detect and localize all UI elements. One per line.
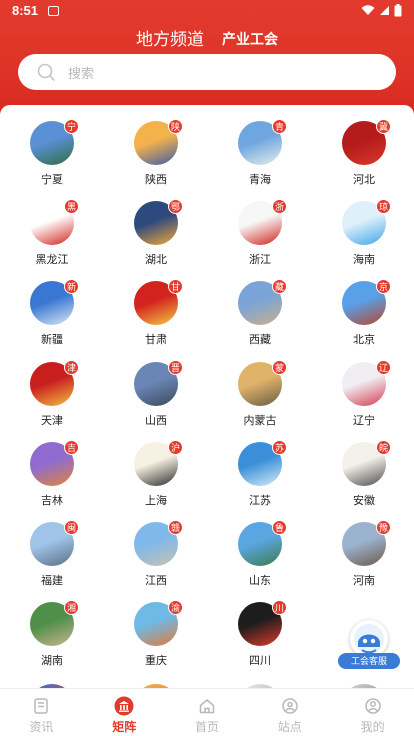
region-item[interactable]: 青青海 — [208, 105, 312, 186]
news-icon — [31, 696, 51, 716]
nav-home[interactable]: 首页 — [166, 689, 249, 736]
wifi-icon — [361, 5, 375, 15]
region-name: 甘肃 — [145, 334, 167, 346]
region-badge: 皖 — [376, 440, 391, 455]
region-item[interactable]: 川四川 — [208, 586, 312, 667]
region-item[interactable]: 陕陕西 — [104, 105, 208, 186]
battery-icon — [394, 4, 402, 17]
region-badge: 吉 — [64, 440, 79, 455]
tab-industry-union[interactable]: 产业工会 — [222, 29, 278, 50]
region-item[interactable]: 湘湖南 — [0, 586, 104, 667]
home-icon — [197, 696, 217, 716]
region-badge: 宁 — [64, 119, 79, 134]
region-item[interactable]: 晋山西 — [104, 346, 208, 427]
search-bar[interactable]: 搜索 — [18, 54, 396, 90]
profile-icon — [363, 696, 383, 716]
region-badge: 青 — [272, 119, 287, 134]
region-badge: 晋 — [168, 360, 183, 375]
region-badge: 辽 — [376, 360, 391, 375]
nav-news-label: 资讯 — [29, 720, 54, 734]
region-item[interactable]: 吉吉林 — [0, 426, 104, 507]
status-icons — [361, 4, 402, 17]
nav-news[interactable]: 资讯 — [0, 689, 83, 736]
region-item[interactable]: 津天津 — [0, 346, 104, 427]
region-badge: 赣 — [168, 520, 183, 535]
customer-service-button[interactable]: 工会客服 — [338, 620, 400, 672]
region-badge: 湘 — [64, 600, 79, 615]
status-bar: 8:51 — [0, 0, 414, 24]
region-badge: 甘 — [168, 279, 183, 294]
region-item[interactable]: 苏江苏 — [208, 426, 312, 507]
region-badge: 渝 — [168, 600, 183, 615]
status-time: 8:51 — [12, 3, 39, 18]
region-badge: 陕 — [168, 119, 183, 134]
location-icon — [280, 696, 300, 716]
region-name: 西藏 — [249, 334, 271, 346]
region-item[interactable]: 豫河南 — [312, 506, 414, 587]
region-name: 北京 — [353, 334, 375, 346]
customer-service-label: 工会客服 — [338, 653, 400, 669]
nav-home-label: 首页 — [194, 720, 219, 734]
nav-matrix[interactable]: 矩阵 — [83, 689, 166, 736]
region-badge: 新 — [64, 279, 79, 294]
region-badge: 冀 — [376, 119, 391, 134]
region-item[interactable]: 闽福建 — [0, 506, 104, 587]
region-name: 河南 — [353, 575, 375, 587]
region-item[interactable]: 鲁山东 — [208, 506, 312, 587]
region-badge: 浙 — [272, 199, 287, 214]
region-item[interactable]: 藏西藏 — [208, 265, 312, 346]
region-item[interactable]: 新新疆 — [0, 265, 104, 346]
region-item[interactable]: 宁宁夏 — [0, 105, 104, 186]
region-badge: 京 — [376, 279, 391, 294]
header-tabs: 地方频道 产业工会 — [0, 22, 414, 50]
region-item[interactable]: 黑黑龙江 — [0, 185, 104, 266]
region-name: 重庆 — [145, 655, 167, 667]
signal-icon — [380, 6, 389, 15]
region-badge: 苏 — [272, 440, 287, 455]
region-grid-panel: 宁宁夏陕陕西青青海冀河北黑黑龙江鄂湖北浙浙江琼海南新新疆甘甘肃藏西藏京北京津天津… — [0, 105, 414, 695]
header-banner: 8:51 地方频道 产业工会 搜索 — [0, 0, 414, 120]
nav-site[interactable]: 站点 — [248, 689, 331, 736]
region-item[interactable]: 琼海南 — [312, 185, 414, 266]
tab-local-channel[interactable]: 地方频道 — [136, 25, 204, 50]
region-badge: 蒙 — [272, 360, 287, 375]
region-name: 四川 — [249, 655, 271, 667]
region-badge: 藏 — [272, 279, 287, 294]
region-item[interactable]: 鄂湖北 — [104, 185, 208, 266]
region-badge: 黑 — [64, 199, 79, 214]
region-item[interactable]: 蒙内蒙古 — [208, 346, 312, 427]
region-item[interactable]: 京北京 — [312, 265, 414, 346]
region-name: 新疆 — [41, 334, 63, 346]
region-badge: 豫 — [376, 520, 391, 535]
region-item[interactable]: 皖安徽 — [312, 426, 414, 507]
region-badge: 鲁 — [272, 520, 287, 535]
nav-mine[interactable]: 我的 — [331, 689, 414, 736]
region-item[interactable]: 渝重庆 — [104, 586, 208, 667]
region-badge: 津 — [64, 360, 79, 375]
region-badge: 川 — [272, 600, 287, 615]
nav-mine-label: 我的 — [360, 720, 385, 734]
nav-matrix-label: 矩阵 — [112, 720, 137, 734]
region-badge: 琼 — [376, 199, 391, 214]
search-input[interactable]: 搜索 — [68, 63, 94, 82]
bottom-navigation: 资讯 矩阵 首页 站点 我的 — [0, 688, 414, 736]
region-item[interactable]: 赣江西 — [104, 506, 208, 587]
region-badge: 闽 — [64, 520, 79, 535]
region-item[interactable]: 甘甘肃 — [104, 265, 208, 346]
nav-site-label: 站点 — [277, 720, 302, 734]
search-icon — [37, 63, 55, 81]
region-name: 湖南 — [41, 655, 63, 667]
region-item[interactable]: 沪上海 — [104, 426, 208, 507]
region-item[interactable]: 浙浙江 — [208, 185, 312, 266]
matrix-icon — [114, 696, 134, 716]
region-badge: 鄂 — [168, 199, 183, 214]
notification-icon — [48, 6, 59, 16]
region-item[interactable]: 辽辽宁 — [312, 346, 414, 427]
region-item[interactable]: 冀河北 — [312, 105, 414, 186]
region-badge: 沪 — [168, 440, 183, 455]
